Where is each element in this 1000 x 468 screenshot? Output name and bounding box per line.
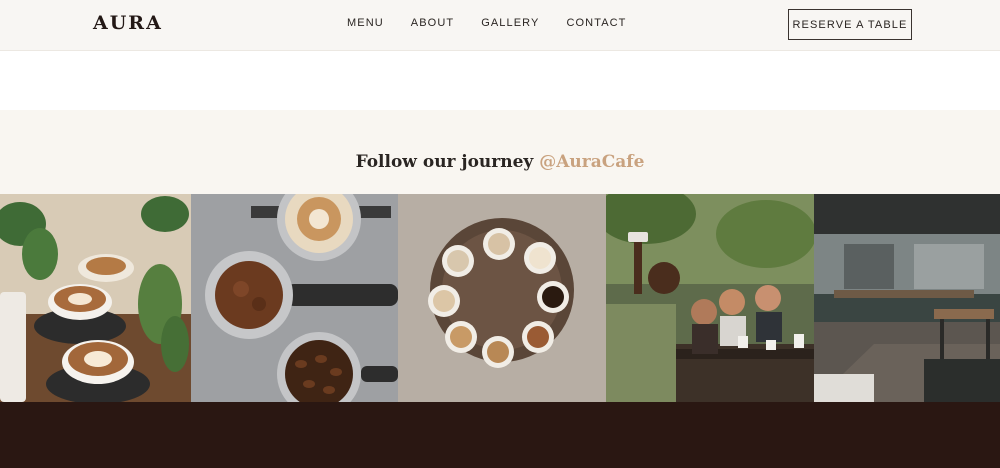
gallery-photo-cup-tray[interactable] (398, 194, 606, 402)
site-header: AURA MENU ABOUT GALLERY CONTACT RESERVE … (0, 0, 1000, 51)
photo-gallery (0, 194, 1000, 402)
site-footer (0, 402, 1000, 468)
gallery-photo-latte[interactable] (0, 194, 191, 402)
gallery-photo-interior[interactable] (814, 194, 1000, 402)
hero-spacer (0, 51, 1000, 110)
gallery-photo-portafilters[interactable] (191, 194, 398, 402)
main-nav: MENU ABOUT GALLERY CONTACT (347, 17, 627, 29)
nav-about-link[interactable]: ABOUT (411, 17, 454, 29)
nav-menu-link[interactable]: MENU (347, 17, 384, 29)
instagram-handle-link[interactable]: @AuraCafe (539, 152, 644, 172)
follow-heading-text: Follow our journey (355, 152, 534, 172)
gallery-photo-friends[interactable] (606, 194, 814, 402)
nav-contact-link[interactable]: CONTACT (566, 17, 626, 29)
instagram-section: Follow our journey @AuraCafe (0, 110, 1000, 194)
nav-gallery-link[interactable]: GALLERY (481, 17, 539, 29)
reserve-table-button[interactable]: RESERVE A TABLE (788, 9, 912, 40)
section-heading: Follow our journey @AuraCafe (0, 152, 1000, 172)
brand-logo[interactable]: AURA (93, 12, 163, 34)
